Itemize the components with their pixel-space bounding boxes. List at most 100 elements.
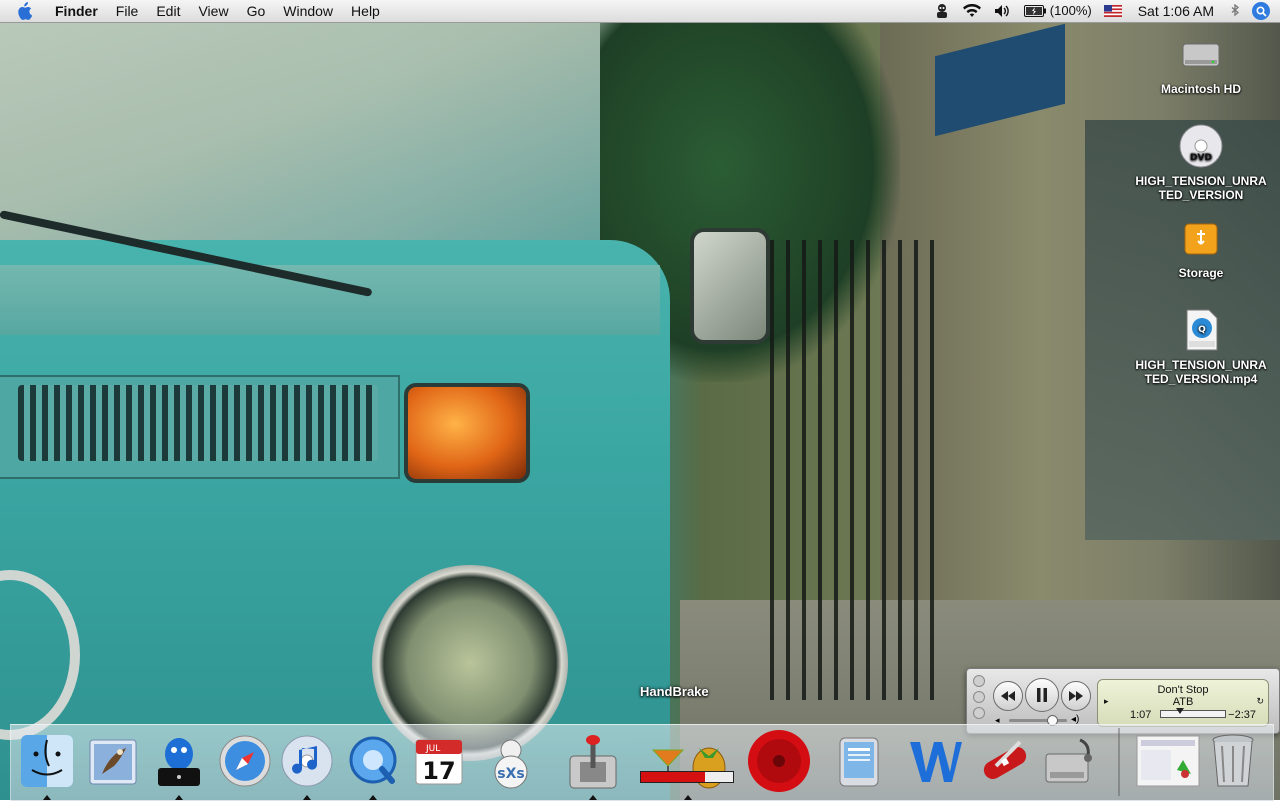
disk-utility-icon [1045, 738, 1092, 783]
running-indicator [369, 795, 377, 800]
menulet-robot-icon[interactable] [928, 0, 956, 22]
news-reader-icon [839, 737, 879, 787]
desktop-icon-label: HIGH_TENSION_UNRATED_VERSION [1135, 174, 1267, 202]
remaining-time: −2:37 [1228, 709, 1256, 721]
menu-finder[interactable]: Finder [46, 0, 107, 22]
ical-day: 17 [422, 757, 455, 785]
menu-edit[interactable]: Edit [147, 0, 189, 22]
menu-go[interactable]: Go [238, 0, 275, 22]
previous-track-button[interactable] [993, 681, 1023, 711]
word-icon [910, 742, 962, 782]
dock-stack[interactable] [1132, 728, 1204, 794]
rewind-icon [1001, 691, 1015, 701]
menu-help[interactable]: Help [342, 0, 389, 22]
pause-button[interactable] [1025, 678, 1059, 712]
dock-itunes[interactable] [274, 728, 340, 800]
desktop-icon-dvd[interactable]: DVD HIGH_TENSION_UNRATED_VERSION [1126, 122, 1276, 202]
menu-bar: Finder File Edit View Go Window Help (10… [0, 0, 1280, 23]
elapsed-time: 1:07 [1130, 709, 1152, 721]
spotlight-icon[interactable] [1252, 2, 1270, 20]
wallpaper-vent-grill [18, 385, 378, 461]
dock-handbrake[interactable] [642, 728, 734, 800]
safari-icon [219, 735, 271, 787]
dock-mail[interactable] [80, 728, 146, 794]
running-indicator [43, 795, 51, 800]
battery-status[interactable]: (100%) [1018, 0, 1098, 22]
close-button[interactable] [973, 675, 985, 687]
running-indicator [303, 795, 311, 800]
dock-disc-burner[interactable] [738, 728, 820, 794]
dock-sxs[interactable]: sXs [478, 728, 544, 794]
dock-word[interactable] [902, 728, 968, 794]
desktop-icon-label: HIGH_TENSION_UNRATED_VERSION.mp4 [1135, 358, 1267, 386]
us-flag-icon[interactable] [1098, 0, 1128, 22]
volume-icon[interactable] [988, 0, 1018, 22]
desktop-icon-label: Storage [1178, 266, 1224, 280]
minimize-button[interactable] [973, 691, 985, 703]
menu-view[interactable]: View [189, 0, 237, 22]
bluetooth-icon[interactable] [1224, 0, 1246, 22]
usb-drive-icon [1177, 214, 1225, 262]
handbrake-icon [569, 735, 617, 789]
battery-icon [1023, 5, 1046, 17]
wallpaper-gate [770, 240, 940, 700]
mpeg4-file-icon: Q [1177, 306, 1225, 354]
lcd-right-arrow-icon[interactable]: ↻ [1256, 696, 1264, 707]
dock-adium[interactable] [146, 728, 212, 800]
wallpaper-bus-stripe [0, 265, 660, 335]
wallpaper-mirror [690, 228, 770, 344]
hard-drive-icon [1177, 30, 1225, 78]
dock-swiss-knife[interactable] [972, 728, 1038, 794]
dock-news-reader[interactable] [826, 728, 892, 794]
battery-percent: (100%) [1049, 3, 1092, 18]
running-indicator [589, 795, 597, 800]
track-progress-knob[interactable] [1176, 708, 1185, 714]
handbrake-progress-fill [641, 772, 706, 782]
dock-tooltip: HandBrake [640, 684, 709, 699]
wifi-icon[interactable] [956, 0, 988, 22]
fast-forward-icon [1069, 691, 1083, 701]
handbrake-progress-bar [640, 771, 734, 783]
trash-icon [1212, 734, 1254, 787]
dock-handbrake-app[interactable] [560, 728, 626, 800]
pause-icon [1037, 688, 1047, 702]
lcd-left-arrow-icon[interactable]: ▸ [1104, 696, 1109, 707]
track-progress-bar[interactable] [1160, 708, 1226, 718]
dock-quicktime[interactable] [340, 728, 406, 800]
apple-menu-icon[interactable] [14, 1, 34, 21]
running-indicator [175, 795, 183, 800]
desktop-icon-mp4[interactable]: Q HIGH_TENSION_UNRATED_VERSION.mp4 [1126, 306, 1276, 386]
zoom-button[interactable] [973, 707, 985, 719]
dvd-icon: DVD [1177, 122, 1225, 170]
desktop-icon-label: Macintosh HD [1160, 82, 1241, 96]
desktop-icon-storage[interactable]: Storage [1126, 214, 1276, 280]
dock-trash[interactable] [1200, 728, 1266, 794]
dock-safari[interactable] [212, 728, 278, 794]
adium-icon [158, 738, 200, 786]
disc-burn-icon [748, 730, 810, 792]
now-playing-display: ▸ Don't Stop ATB 1:07 −2:37 ↻ [1097, 679, 1269, 727]
artist-name: ATB [1172, 696, 1194, 708]
swiss-knife-icon [983, 740, 1027, 779]
running-indicator [684, 795, 692, 800]
dock-disk-utility[interactable] [1036, 728, 1102, 794]
itunes-icon [281, 735, 333, 787]
desktop-icon-macintosh-hd[interactable]: Macintosh HD [1126, 30, 1276, 96]
dock-finder[interactable] [14, 728, 80, 800]
song-title: Don't Stop [1157, 684, 1209, 696]
volume-slider[interactable] [1009, 719, 1067, 722]
menubar-clock[interactable]: Sat 1:06 AM [1128, 0, 1224, 22]
ical-month: JUL [425, 744, 440, 754]
svg-text:Q: Q [1198, 325, 1206, 335]
finder-icon [21, 735, 73, 787]
menu-file[interactable]: File [107, 0, 148, 22]
dock-separator [1118, 728, 1120, 796]
dock-ical[interactable]: JUL 17 [406, 728, 472, 794]
svg-text:DVD: DVD [1190, 153, 1212, 163]
sxs-text: sXs [497, 766, 524, 782]
quicktime-icon [349, 736, 397, 784]
ical-icon: JUL 17 [415, 739, 463, 785]
wallpaper-turn-light [404, 383, 530, 483]
next-track-button[interactable] [1061, 681, 1091, 711]
menu-window[interactable]: Window [274, 0, 342, 22]
